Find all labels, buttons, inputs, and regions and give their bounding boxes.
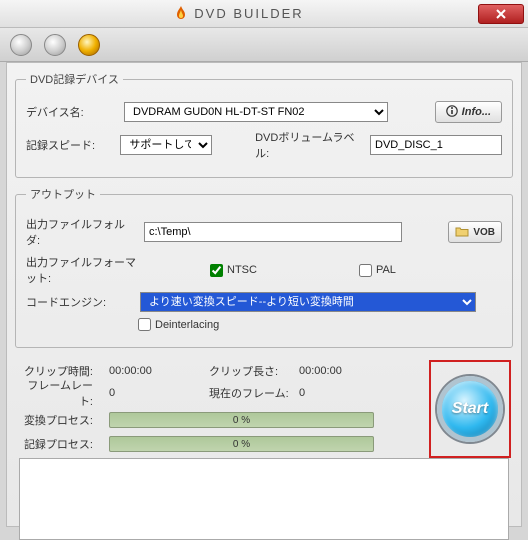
folder-icon bbox=[455, 225, 469, 240]
info-button-label: Info... bbox=[462, 106, 491, 118]
flame-icon bbox=[174, 6, 188, 22]
log-textarea[interactable] bbox=[19, 458, 509, 540]
folder-input[interactable] bbox=[144, 222, 402, 242]
window-title-area: DVD BUILDER bbox=[0, 6, 478, 22]
toolbar-button-2[interactable] bbox=[44, 34, 66, 56]
pal-checkbox[interactable]: PAL bbox=[359, 264, 396, 277]
window-title: DVD BUILDER bbox=[194, 6, 303, 21]
stats-area: クリップ時間: 00:00:00 クリップ長さ: 00:00:00 フレームレー… bbox=[7, 356, 521, 452]
record-pct: 0 % bbox=[233, 439, 250, 450]
output-group: アウトプット 出力ファイルフォルダ: VOB 出力ファイルフォーマット: NTS… bbox=[15, 186, 513, 348]
cur-frame-label: 現在のフレーム: bbox=[209, 385, 299, 401]
engine-label: コードエンジン: bbox=[26, 294, 134, 310]
info-button[interactable]: Info... bbox=[435, 101, 502, 123]
convert-progress: 0 % bbox=[109, 412, 374, 428]
speed-select[interactable]: サポートしていま bbox=[120, 135, 212, 155]
pal-checkbox-input[interactable] bbox=[359, 264, 372, 277]
close-button[interactable] bbox=[478, 4, 524, 24]
start-button[interactable]: Start bbox=[437, 376, 503, 442]
deinterlace-checkbox-input[interactable] bbox=[138, 318, 151, 331]
cur-frame-value: 0 bbox=[299, 387, 359, 399]
output-group-legend: アウトプット bbox=[26, 186, 100, 202]
vob-button[interactable]: VOB bbox=[448, 221, 502, 243]
folder-label: 出力ファイルフォルダ: bbox=[26, 216, 138, 248]
convert-pct: 0 % bbox=[233, 415, 250, 426]
record-label: 記録プロセス: bbox=[19, 436, 109, 452]
toolbar-button-3[interactable] bbox=[78, 34, 100, 56]
start-highlight: Start bbox=[429, 360, 511, 458]
ntsc-checkbox[interactable]: NTSC bbox=[210, 264, 257, 277]
ntsc-checkbox-input[interactable] bbox=[210, 264, 223, 277]
volume-label: DVDボリュームラベル: bbox=[255, 129, 364, 161]
vob-button-label: VOB bbox=[473, 227, 495, 238]
start-button-label: Start bbox=[452, 400, 488, 418]
volume-input[interactable] bbox=[370, 135, 502, 155]
convert-label: 変換プロセス: bbox=[19, 412, 109, 428]
device-group-legend: DVD記録デバイス bbox=[26, 71, 123, 87]
clip-len-label: クリップ長さ: bbox=[209, 363, 299, 379]
pal-label: PAL bbox=[376, 264, 396, 276]
titlebar: DVD BUILDER bbox=[0, 0, 528, 28]
deinterlace-checkbox[interactable]: Deinterlacing bbox=[138, 318, 219, 331]
engine-select[interactable]: より速い変換スピード--より短い変換時間 bbox=[140, 292, 476, 312]
fps-label: フレームレート: bbox=[19, 377, 109, 409]
record-progress: 0 % bbox=[109, 436, 374, 452]
clip-time-value: 00:00:00 bbox=[109, 365, 209, 377]
device-name-select[interactable]: DVDRAM GUD0N HL-DT-ST FN02 bbox=[124, 102, 388, 122]
ntsc-label: NTSC bbox=[227, 264, 257, 276]
clip-len-value: 00:00:00 bbox=[299, 365, 359, 377]
fps-value: 0 bbox=[109, 387, 209, 399]
device-name-label: デバイス名: bbox=[26, 104, 118, 120]
format-label: 出力ファイルフォーマット: bbox=[26, 254, 138, 286]
info-icon bbox=[446, 105, 458, 120]
device-group: DVD記録デバイス デバイス名: DVDRAM GUD0N HL-DT-ST F… bbox=[15, 71, 513, 178]
speed-label: 記録スピード: bbox=[26, 137, 114, 153]
toolbar-button-1[interactable] bbox=[10, 34, 32, 56]
deinterlace-label: Deinterlacing bbox=[155, 319, 219, 331]
toolbar bbox=[0, 28, 528, 62]
main-panel: DVD記録デバイス デバイス名: DVDRAM GUD0N HL-DT-ST F… bbox=[6, 62, 522, 527]
